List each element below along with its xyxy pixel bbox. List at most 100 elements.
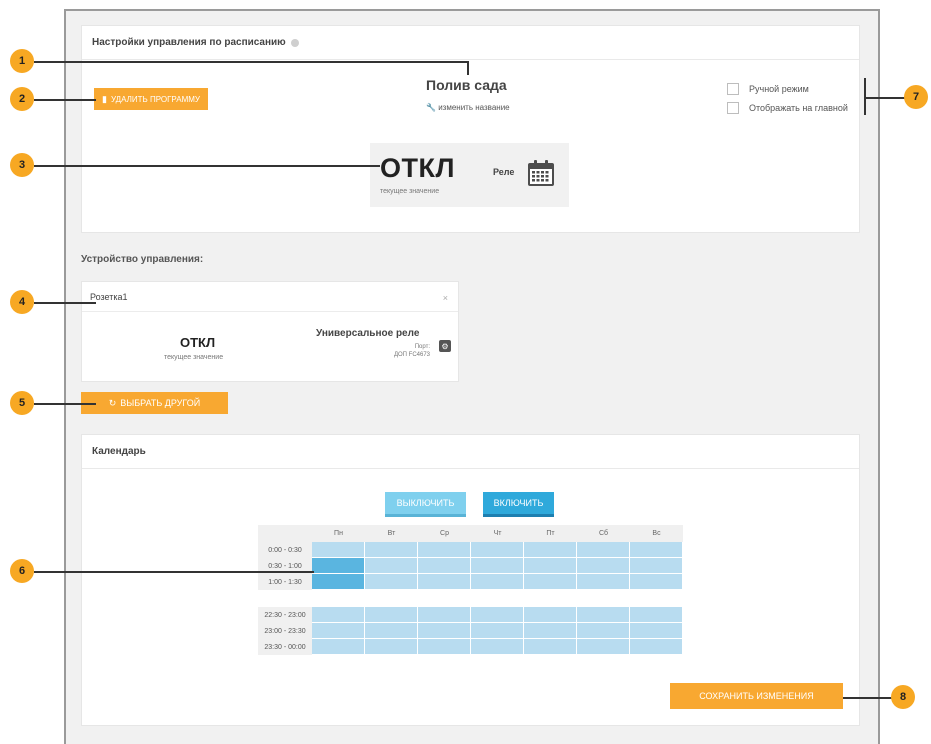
- show-on-main-row[interactable]: Отображать на главной: [727, 102, 848, 114]
- turn-on-button[interactable]: ВКЛЮЧИТЬ: [483, 492, 554, 517]
- time-slot-label[interactable]: 23:30 - 00:00: [258, 639, 312, 655]
- callout-badge-8: 8: [891, 685, 915, 709]
- callout-line-2: [34, 99, 96, 101]
- callout-badge-2: 2: [10, 87, 34, 111]
- schedule-cell[interactable]: [630, 639, 683, 655]
- trash-icon: ▮: [102, 93, 107, 104]
- schedule-cell[interactable]: [418, 607, 471, 623]
- schedule-cell[interactable]: [418, 639, 471, 655]
- device-name: Розетка1: [82, 282, 458, 312]
- schedule-cell[interactable]: [630, 542, 683, 558]
- schedule-cell[interactable]: [471, 574, 524, 590]
- schedule-cell[interactable]: [471, 558, 524, 574]
- time-slot-label[interactable]: 23:00 - 23:30: [258, 623, 312, 639]
- manual-mode-label: Ручной режим: [749, 84, 809, 94]
- device-card: Розетка1 × ОТКЛ текущее значение Универс…: [81, 281, 459, 382]
- schedule-cell[interactable]: [312, 574, 365, 590]
- day-header[interactable]: Чт: [471, 525, 524, 542]
- day-header[interactable]: Сб: [577, 525, 630, 542]
- schedule-cell[interactable]: [312, 542, 365, 558]
- current-value: ОТКЛ: [380, 153, 455, 183]
- schedule-cell[interactable]: [577, 542, 630, 558]
- delete-program-button[interactable]: ▮ УДАЛИТЬ ПРОГРАММУ: [94, 88, 208, 110]
- schedule-cell[interactable]: [312, 639, 365, 655]
- schedule-cell[interactable]: [524, 607, 577, 623]
- calendar-icon: [528, 160, 554, 186]
- schedule-cell[interactable]: [365, 574, 418, 590]
- callout-line-5: [34, 403, 96, 405]
- schedule-cell[interactable]: [577, 639, 630, 655]
- schedule-cell[interactable]: [365, 607, 418, 623]
- time-slot-label[interactable]: 1:00 - 1:30: [258, 574, 312, 590]
- day-header[interactable]: Пн: [312, 525, 365, 542]
- schedule-cell[interactable]: [312, 558, 365, 574]
- close-icon[interactable]: ×: [443, 293, 448, 303]
- choose-other-button[interactable]: ↻ ВЫБРАТЬ ДРУГОЙ: [81, 392, 228, 414]
- current-value-box: ОТКЛ текущее значение Реле: [370, 143, 569, 207]
- save-changes-button[interactable]: СОХРАНИТЬ ИЗМЕНЕНИЯ: [670, 683, 843, 709]
- callout-badge-7: 7: [904, 85, 928, 109]
- schedule-cell[interactable]: [471, 639, 524, 655]
- device-type: Универсальное реле: [316, 328, 420, 339]
- schedule-cell[interactable]: [471, 607, 524, 623]
- callout-badge-4: 4: [10, 290, 34, 314]
- day-header[interactable]: Вт: [365, 525, 418, 542]
- device-port: Порт: ДОП FC4673: [393, 344, 430, 358]
- manual-mode-row[interactable]: Ручной режим: [727, 83, 809, 95]
- callout-badge-6: 6: [10, 559, 34, 583]
- calendar-header: Календарь: [82, 435, 859, 469]
- schedule-cell[interactable]: [365, 558, 418, 574]
- schedule-settings-header: Настройки управления по расписанию: [82, 26, 859, 60]
- schedule-cell[interactable]: [365, 623, 418, 639]
- day-header[interactable]: Вс: [630, 525, 683, 542]
- schedule-cell[interactable]: [630, 607, 683, 623]
- schedule-cell[interactable]: [471, 542, 524, 558]
- schedule-cell[interactable]: [577, 558, 630, 574]
- device-value: ОТКЛ: [180, 335, 216, 350]
- device-section-title: Устройство управления:: [81, 254, 204, 265]
- schedule-cell[interactable]: [630, 558, 683, 574]
- day-header[interactable]: Пт: [524, 525, 577, 542]
- schedule-cell[interactable]: [577, 623, 630, 639]
- schedule-cell[interactable]: [577, 607, 630, 623]
- calendar-title: Календарь: [92, 446, 146, 457]
- day-header[interactable]: Ср: [418, 525, 471, 542]
- schedule-cell[interactable]: [630, 574, 683, 590]
- callout-line-3: [34, 165, 380, 167]
- current-value-caption: текущее значение: [380, 188, 440, 195]
- callout-line-8: [843, 697, 893, 699]
- schedule-cell[interactable]: [524, 542, 577, 558]
- schedule-cell[interactable]: [418, 558, 471, 574]
- schedule-cell[interactable]: [577, 574, 630, 590]
- schedule-cell[interactable]: [630, 623, 683, 639]
- rename-link[interactable]: 🔧 изменить название: [426, 103, 510, 112]
- schedule-cell[interactable]: [524, 623, 577, 639]
- schedule-cell[interactable]: [312, 623, 365, 639]
- schedule-cell[interactable]: [524, 558, 577, 574]
- callout-line-1-drop: [467, 61, 469, 75]
- callout-line-1: [34, 61, 468, 63]
- schedule-cell[interactable]: [365, 542, 418, 558]
- callout-line-7: [864, 97, 906, 99]
- callout-line-4: [34, 302, 96, 304]
- help-icon[interactable]: [290, 38, 299, 47]
- show-on-main-checkbox[interactable]: [727, 102, 739, 114]
- time-slot-label[interactable]: 0:00 - 0:30: [258, 542, 312, 558]
- manual-mode-checkbox[interactable]: [727, 83, 739, 95]
- schedule-cell[interactable]: [365, 639, 418, 655]
- schedule-cell[interactable]: [418, 542, 471, 558]
- schedule-cell[interactable]: [418, 623, 471, 639]
- schedule-cell[interactable]: [471, 623, 524, 639]
- schedule-cell[interactable]: [312, 607, 365, 623]
- program-title: Полив сада: [426, 77, 507, 93]
- schedule-cell[interactable]: [418, 574, 471, 590]
- device-value-caption: текущее значение: [164, 354, 224, 361]
- schedule-settings-title: Настройки управления по расписанию: [92, 37, 286, 48]
- schedule-cell[interactable]: [524, 639, 577, 655]
- relay-label: Реле: [493, 167, 515, 177]
- time-slot-label[interactable]: 22:30 - 23:00: [258, 607, 312, 623]
- turn-off-button[interactable]: ВЫКЛЮЧИТЬ: [385, 492, 466, 517]
- schedule-cell[interactable]: [524, 574, 577, 590]
- callout-badge-1: 1: [10, 49, 34, 73]
- callout-badge-5: 5: [10, 391, 34, 415]
